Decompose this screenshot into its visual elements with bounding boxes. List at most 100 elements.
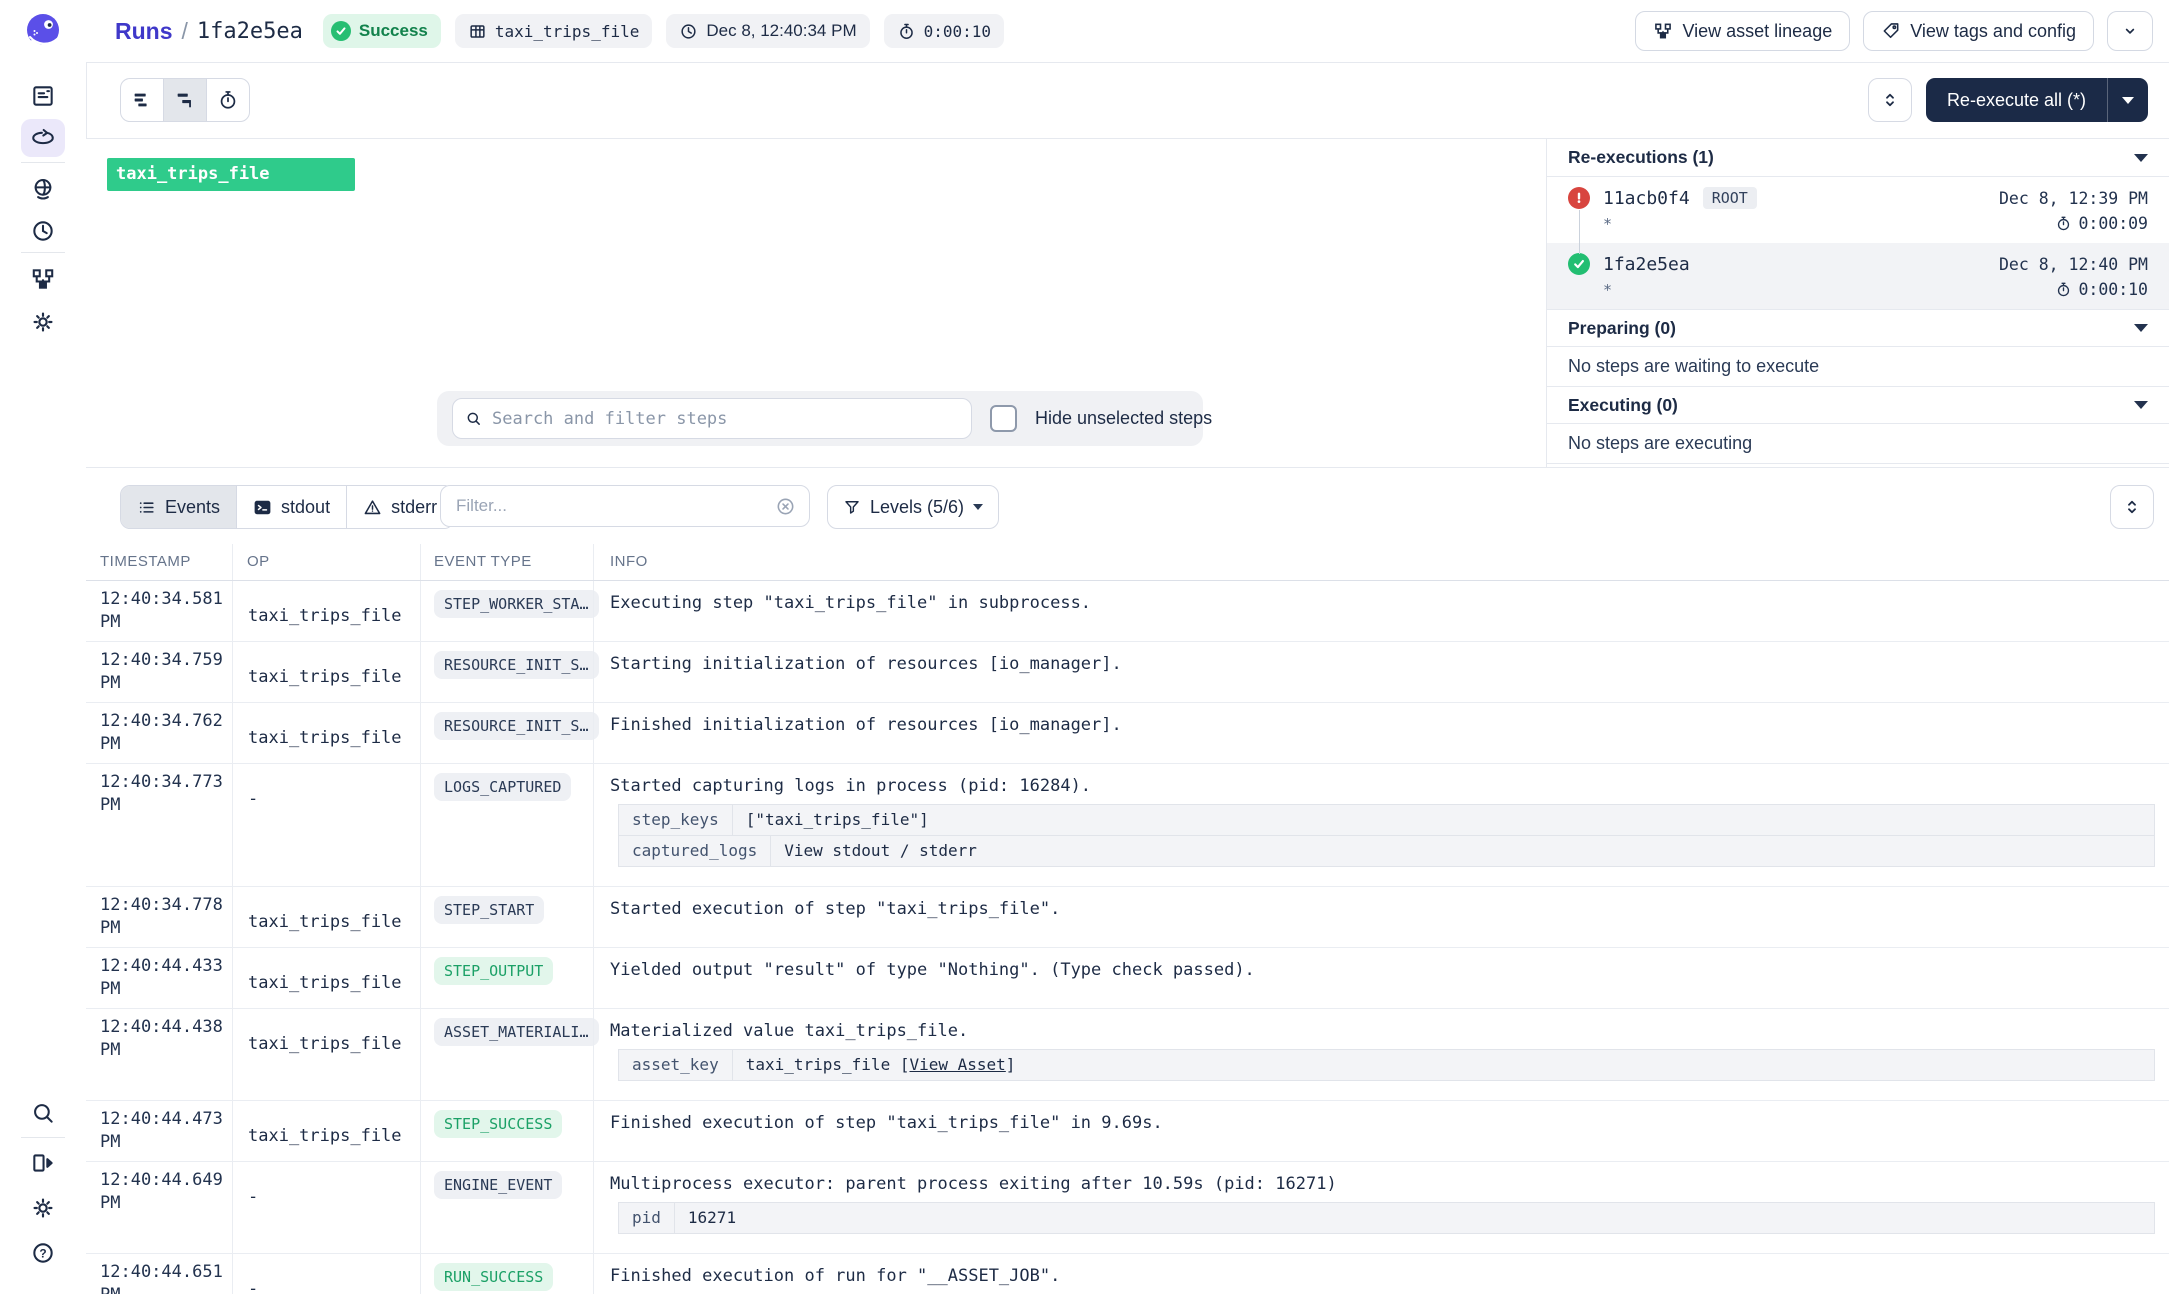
event-info: Finished initialization of resources [io… <box>593 703 2169 763</box>
start-time-chip: Dec 8, 12:40:34 PM <box>666 14 869 48</box>
section-header-preparing[interactable]: Preparing (0) <box>1547 309 2169 347</box>
events-panel: Events stdout stde <box>86 467 2169 1294</box>
tab-events[interactable]: Events <box>121 486 236 528</box>
sidebar-item-runs[interactable] <box>0 125 86 151</box>
reexecute-dropdown-button[interactable] <box>2108 78 2148 122</box>
event-row[interactable]: 12:40:44.649PM-ENGINE_EVENTMultiprocess … <box>86 1162 2169 1254</box>
event-type-cell: RESOURCE_INIT_S… <box>420 642 593 702</box>
lineage-icon <box>30 266 56 292</box>
breadcrumb-runs-link[interactable]: Runs <box>115 18 173 45</box>
caret-down-icon <box>2122 97 2134 104</box>
hide-unselected-checkbox[interactable] <box>990 405 1017 432</box>
sidebar-item-deployment[interactable] <box>0 309 86 335</box>
job-chip[interactable]: taxi_trips_file <box>455 14 653 48</box>
stopwatch-icon <box>897 22 916 41</box>
section-header-executing[interactable]: Executing (0) <box>1547 386 2169 424</box>
gantt-search-toolbar: Hide unselected steps <box>437 391 1203 446</box>
chevrons-up-down-icon <box>2123 498 2141 516</box>
gantt-zoom-button[interactable] <box>1868 78 1912 122</box>
sidebar-item-expand-panel[interactable] <box>0 1150 86 1176</box>
levels-dropdown[interactable]: Levels (5/6) <box>827 485 999 529</box>
dagster-logo[interactable] <box>0 9 86 53</box>
log-type-tabs: Events stdout stde <box>120 485 454 529</box>
section-header-reexecutions[interactable]: Re-executions (1) <box>1547 139 2169 177</box>
event-row[interactable]: 12:40:34.762PMtaxi_trips_fileRESOURCE_IN… <box>86 703 2169 764</box>
event-info: Materialized value taxi_trips_file.asset… <box>593 1009 2169 1100</box>
col-op: OP <box>247 544 270 580</box>
gantt-step-bar[interactable]: taxi_trips_file <box>107 158 355 191</box>
event-timestamp: 12:40:44.438PM <box>86 1009 232 1100</box>
event-row[interactable]: 12:40:44.473PMtaxi_trips_fileSTEP_SUCCES… <box>86 1101 2169 1162</box>
event-info: Multiprocess executor: parent process ex… <box>593 1162 2169 1253</box>
event-row[interactable]: 12:40:34.759PMtaxi_trips_fileRESOURCE_IN… <box>86 642 2169 703</box>
sidebar-item-settings[interactable] <box>0 1195 86 1221</box>
event-type-cell: ENGINE_EVENT <box>420 1162 593 1253</box>
tab-stdout[interactable]: stdout <box>236 486 346 528</box>
event-timestamp: 12:40:44.433PM <box>86 948 232 1008</box>
event-type-tag: ASSET_MATERIALI… <box>434 1018 599 1046</box>
sidebar-item-assets[interactable] <box>0 176 86 202</box>
clear-filter-icon[interactable] <box>775 496 796 517</box>
step-search-input[interactable] <box>490 408 959 430</box>
overview-icon <box>30 83 56 109</box>
svg-text:?: ? <box>39 1246 46 1260</box>
run-success-icon <box>1568 253 1590 275</box>
expand-log-panel-button[interactable] <box>2110 485 2154 529</box>
tag-icon <box>1881 21 1901 41</box>
reexecute-all-button[interactable]: Re-execute all (*) <box>1926 78 2148 122</box>
run-steps: * <box>1603 281 1612 299</box>
left-sidebar: ? <box>0 0 86 1294</box>
run-id[interactable]: 1fa2e5ea <box>1603 254 1690 275</box>
metadata-value[interactable]: View stdout / stderr <box>771 836 990 866</box>
dagster-run-page: ? Runs / 1fa2e5ea Success taxi_trips_fil… <box>0 0 2169 1294</box>
sidebar-item-search[interactable] <box>0 1100 86 1126</box>
event-rows: 12:40:34.581PMtaxi_trips_fileSTEP_WORKER… <box>86 581 2169 1294</box>
log-filter-input[interactable] <box>454 495 767 517</box>
metadata-key: pid <box>619 1203 675 1233</box>
sidebar-divider <box>21 252 65 253</box>
caret-down-icon <box>2134 324 2148 332</box>
breadcrumb-separator: / <box>182 18 188 45</box>
event-type-tag: STEP_WORKER_STA… <box>434 590 599 618</box>
sidebar-item-lineage[interactable] <box>0 266 86 292</box>
event-row[interactable]: 12:40:44.433PMtaxi_trips_fileSTEP_OUTPUT… <box>86 948 2169 1009</box>
event-timestamp: 12:40:34.762PM <box>86 703 232 763</box>
timed-view-button[interactable] <box>206 79 249 121</box>
list-icon <box>137 498 156 517</box>
run-duration: 0:00:09 <box>2055 214 2148 233</box>
reexecution-run-row-selected[interactable]: 1fa2e5ea Dec 8, 12:40 PM * 0:00:10 <box>1547 243 2169 309</box>
tab-stderr[interactable]: stderr <box>346 486 453 528</box>
job-grid-icon <box>468 22 487 41</box>
clock-icon <box>679 22 698 41</box>
event-row[interactable]: 12:40:34.773PM-LOGS_CAPTUREDStarted capt… <box>86 764 2169 887</box>
more-actions-button[interactable] <box>2107 11 2153 51</box>
sidebar-item-overview[interactable] <box>0 83 86 109</box>
hide-unselected-label: Hide unselected steps <box>1035 408 1212 429</box>
run-id-title: 1fa2e5ea <box>197 19 303 44</box>
event-info: Finished execution of run for "__ASSET_J… <box>593 1254 2169 1294</box>
event-type-cell: STEP_OUTPUT <box>420 948 593 1008</box>
metadata-value[interactable]: taxi_trips_file [View Asset] <box>733 1050 1029 1080</box>
event-type-cell: STEP_SUCCESS <box>420 1101 593 1161</box>
view-asset-lineage-button[interactable]: View asset lineage <box>1635 11 1850 51</box>
run-id[interactable]: 11acb0f4 <box>1603 188 1690 209</box>
waterfall-view-button[interactable] <box>163 79 206 121</box>
run-duration: 0:00:10 <box>2055 280 2148 299</box>
event-row[interactable]: 12:40:34.581PMtaxi_trips_fileSTEP_WORKER… <box>86 581 2169 642</box>
success-check-icon <box>331 21 351 41</box>
event-row[interactable]: 12:40:44.651PM-RUN_SUCCESSFinished execu… <box>86 1254 2169 1294</box>
flat-view-button[interactable] <box>121 79 163 121</box>
step-search-box <box>452 398 972 439</box>
view-asset-link[interactable]: View Asset <box>909 1054 1005 1076</box>
expand-panel-icon <box>30 1150 56 1176</box>
metadata-key: asset_key <box>619 1050 733 1080</box>
view-tags-config-button[interactable]: View tags and config <box>1863 11 2094 51</box>
sidebar-item-schedules[interactable] <box>0 218 86 244</box>
event-row[interactable]: 12:40:34.778PMtaxi_trips_fileSTEP_STARTS… <box>86 887 2169 948</box>
reexecution-run-row[interactable]: 11acb0f4 ROOT Dec 8, 12:39 PM * 0:00:09 <box>1547 177 2169 243</box>
sidebar-item-help[interactable]: ? <box>0 1240 86 1266</box>
event-row[interactable]: 12:40:44.438PMtaxi_trips_fileASSET_MATER… <box>86 1009 2169 1101</box>
event-timestamp: 12:40:44.649PM <box>86 1162 232 1253</box>
sidebar-divider <box>21 162 65 163</box>
event-info: Yielded output "result" of type "Nothing… <box>593 948 2169 1008</box>
